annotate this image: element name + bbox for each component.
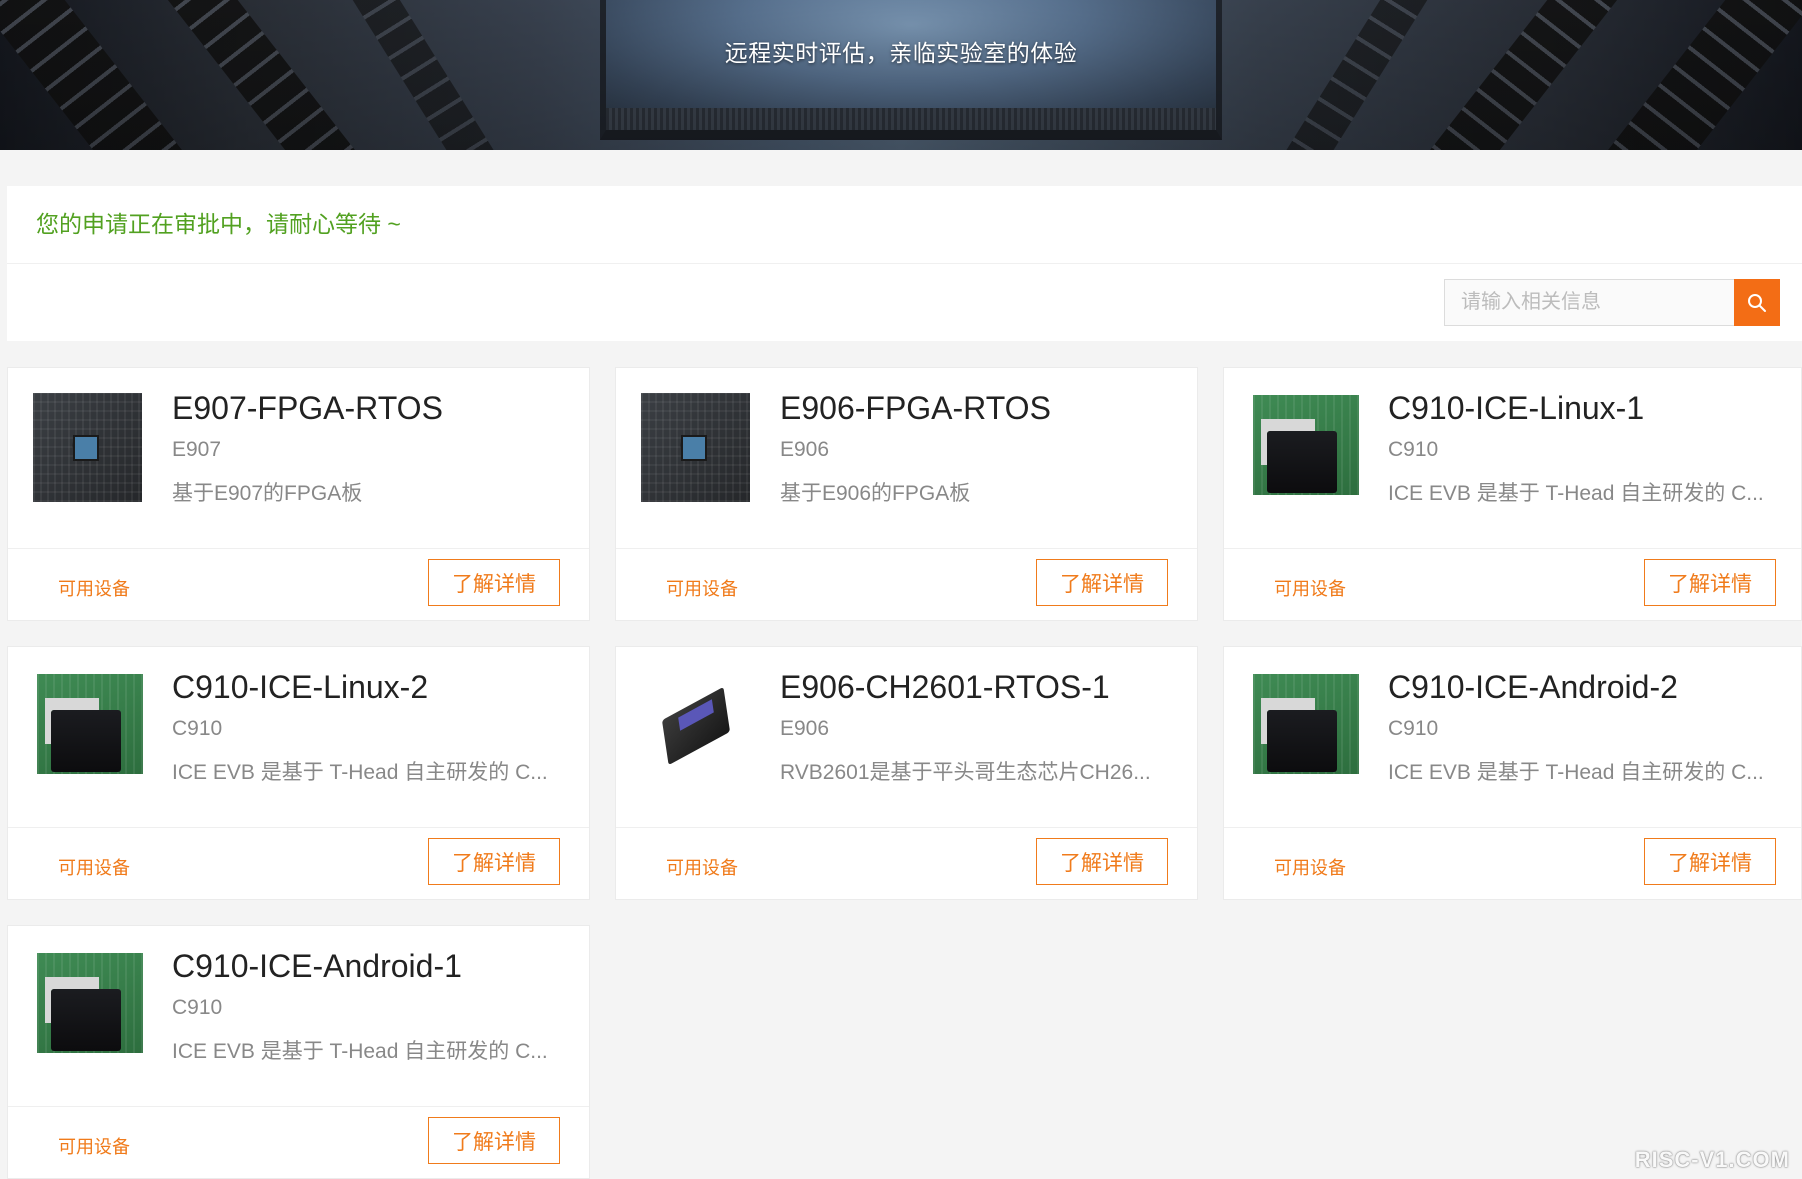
card-body: C910-ICE-Linux-1 C910 ICE EVB 是基于 T-Head…: [1224, 368, 1801, 549]
availability-status: 可用设备: [1274, 579, 1346, 599]
ice-evb-board-image: [1245, 668, 1362, 785]
availability-status: 可用设备: [58, 1137, 130, 1157]
learn-more-button[interactable]: 了解详情: [1036, 559, 1168, 606]
approval-notice: 您的申请正在审批中，请耐心等待 ~: [7, 186, 1802, 264]
device-description: ICE EVB 是基于 T-Head 自主研发的 C...: [172, 761, 548, 784]
device-description: 基于E906的FPGA板: [780, 482, 971, 505]
learn-more-button[interactable]: 了解详情: [1036, 838, 1168, 885]
availability-status: 可用设备: [666, 858, 738, 878]
device-card[interactable]: C910-ICE-Linux-2 C910 ICE EVB 是基于 T-Head…: [7, 646, 590, 900]
device-name[interactable]: C910-ICE-Linux-2: [172, 669, 428, 706]
device-chip: E906: [780, 438, 830, 461]
device-chip: E907: [172, 438, 222, 461]
device-description: ICE EVB 是基于 T-Head 自主研发的 C...: [1388, 761, 1764, 784]
availability-status: 可用设备: [58, 579, 130, 599]
hero-banner: 远程实时评估，亲临实验室的体验: [0, 0, 1802, 150]
learn-more-button[interactable]: 了解详情: [1644, 559, 1776, 606]
device-name[interactable]: C910-ICE-Android-1: [172, 948, 462, 985]
hero-slogan: 远程实时评估，亲临实验室的体验: [724, 40, 1078, 66]
filter-panel: 您的申请正在审批中，请耐心等待 ~: [7, 186, 1802, 341]
card-body: C910-ICE-Android-2 C910 ICE EVB 是基于 T-He…: [1224, 647, 1801, 828]
fpga-board-image: [29, 389, 146, 506]
site-watermark: RISC-V1.COM: [1634, 1147, 1790, 1172]
device-chip: C910: [1388, 438, 1439, 461]
card-body: E906-FPGA-RTOS E906 基于E906的FPGA板: [616, 368, 1197, 549]
card-body: C910-ICE-Android-1 C910 ICE EVB 是基于 T-He…: [8, 926, 589, 1107]
search-input[interactable]: [1444, 279, 1734, 326]
card-body: E906-CH2601-RTOS-1 E906 RVB2601是基于平头哥生态芯…: [616, 647, 1197, 828]
device-description: ICE EVB 是基于 T-Head 自主研发的 C...: [172, 1040, 548, 1063]
search-button[interactable]: [1734, 279, 1780, 326]
device-card[interactable]: C910-ICE-Android-2 C910 ICE EVB 是基于 T-He…: [1223, 646, 1802, 900]
device-card[interactable]: C910-ICE-Android-1 C910 ICE EVB 是基于 T-He…: [7, 925, 590, 1179]
device-name[interactable]: E907-FPGA-RTOS: [172, 390, 443, 427]
card-body: E907-FPGA-RTOS E907 基于E907的FPGA板: [8, 368, 589, 549]
search-bar: [1444, 279, 1780, 326]
device-name[interactable]: C910-ICE-Linux-1: [1388, 390, 1644, 427]
availability-status: 可用设备: [1274, 858, 1346, 878]
card-body: C910-ICE-Linux-2 C910 ICE EVB 是基于 T-Head…: [8, 647, 589, 828]
device-name[interactable]: E906-FPGA-RTOS: [780, 390, 1051, 427]
learn-more-button[interactable]: 了解详情: [428, 559, 560, 606]
device-card[interactable]: E906-CH2601-RTOS-1 E906 RVB2601是基于平头哥生态芯…: [615, 646, 1198, 900]
device-description: ICE EVB 是基于 T-Head 自主研发的 C...: [1388, 482, 1764, 505]
device-name[interactable]: C910-ICE-Android-2: [1388, 669, 1678, 706]
banner-shade: [0, 0, 1802, 150]
learn-more-button[interactable]: 了解详情: [1644, 838, 1776, 885]
rvb2601-board-image: [637, 668, 754, 785]
ice-evb-board-image: [1245, 389, 1362, 506]
fpga-board-image: [637, 389, 754, 506]
search-icon: [1748, 293, 1766, 312]
learn-more-button[interactable]: 了解详情: [428, 1117, 560, 1164]
availability-status: 可用设备: [666, 579, 738, 599]
device-card[interactable]: C910-ICE-Linux-1 C910 ICE EVB 是基于 T-Head…: [1223, 367, 1802, 621]
learn-more-button[interactable]: 了解详情: [428, 838, 560, 885]
device-chip: C910: [172, 996, 223, 1019]
device-chip: E906: [780, 717, 830, 740]
ice-evb-board-image: [29, 668, 146, 785]
ice-evb-board-image: [29, 947, 146, 1064]
device-description: 基于E907的FPGA板: [172, 482, 363, 505]
device-name[interactable]: E906-CH2601-RTOS-1: [780, 669, 1110, 706]
device-card[interactable]: E906-FPGA-RTOS E906 基于E906的FPGA板 可用设备 了解…: [615, 367, 1198, 621]
device-chip: C910: [1388, 717, 1439, 740]
device-card[interactable]: E907-FPGA-RTOS E907 基于E907的FPGA板 可用设备 了解…: [7, 367, 590, 621]
device-description: RVB2601是基于平头哥生态芯片CH26...: [780, 761, 1151, 784]
device-chip: C910: [172, 717, 223, 740]
availability-status: 可用设备: [58, 858, 130, 878]
